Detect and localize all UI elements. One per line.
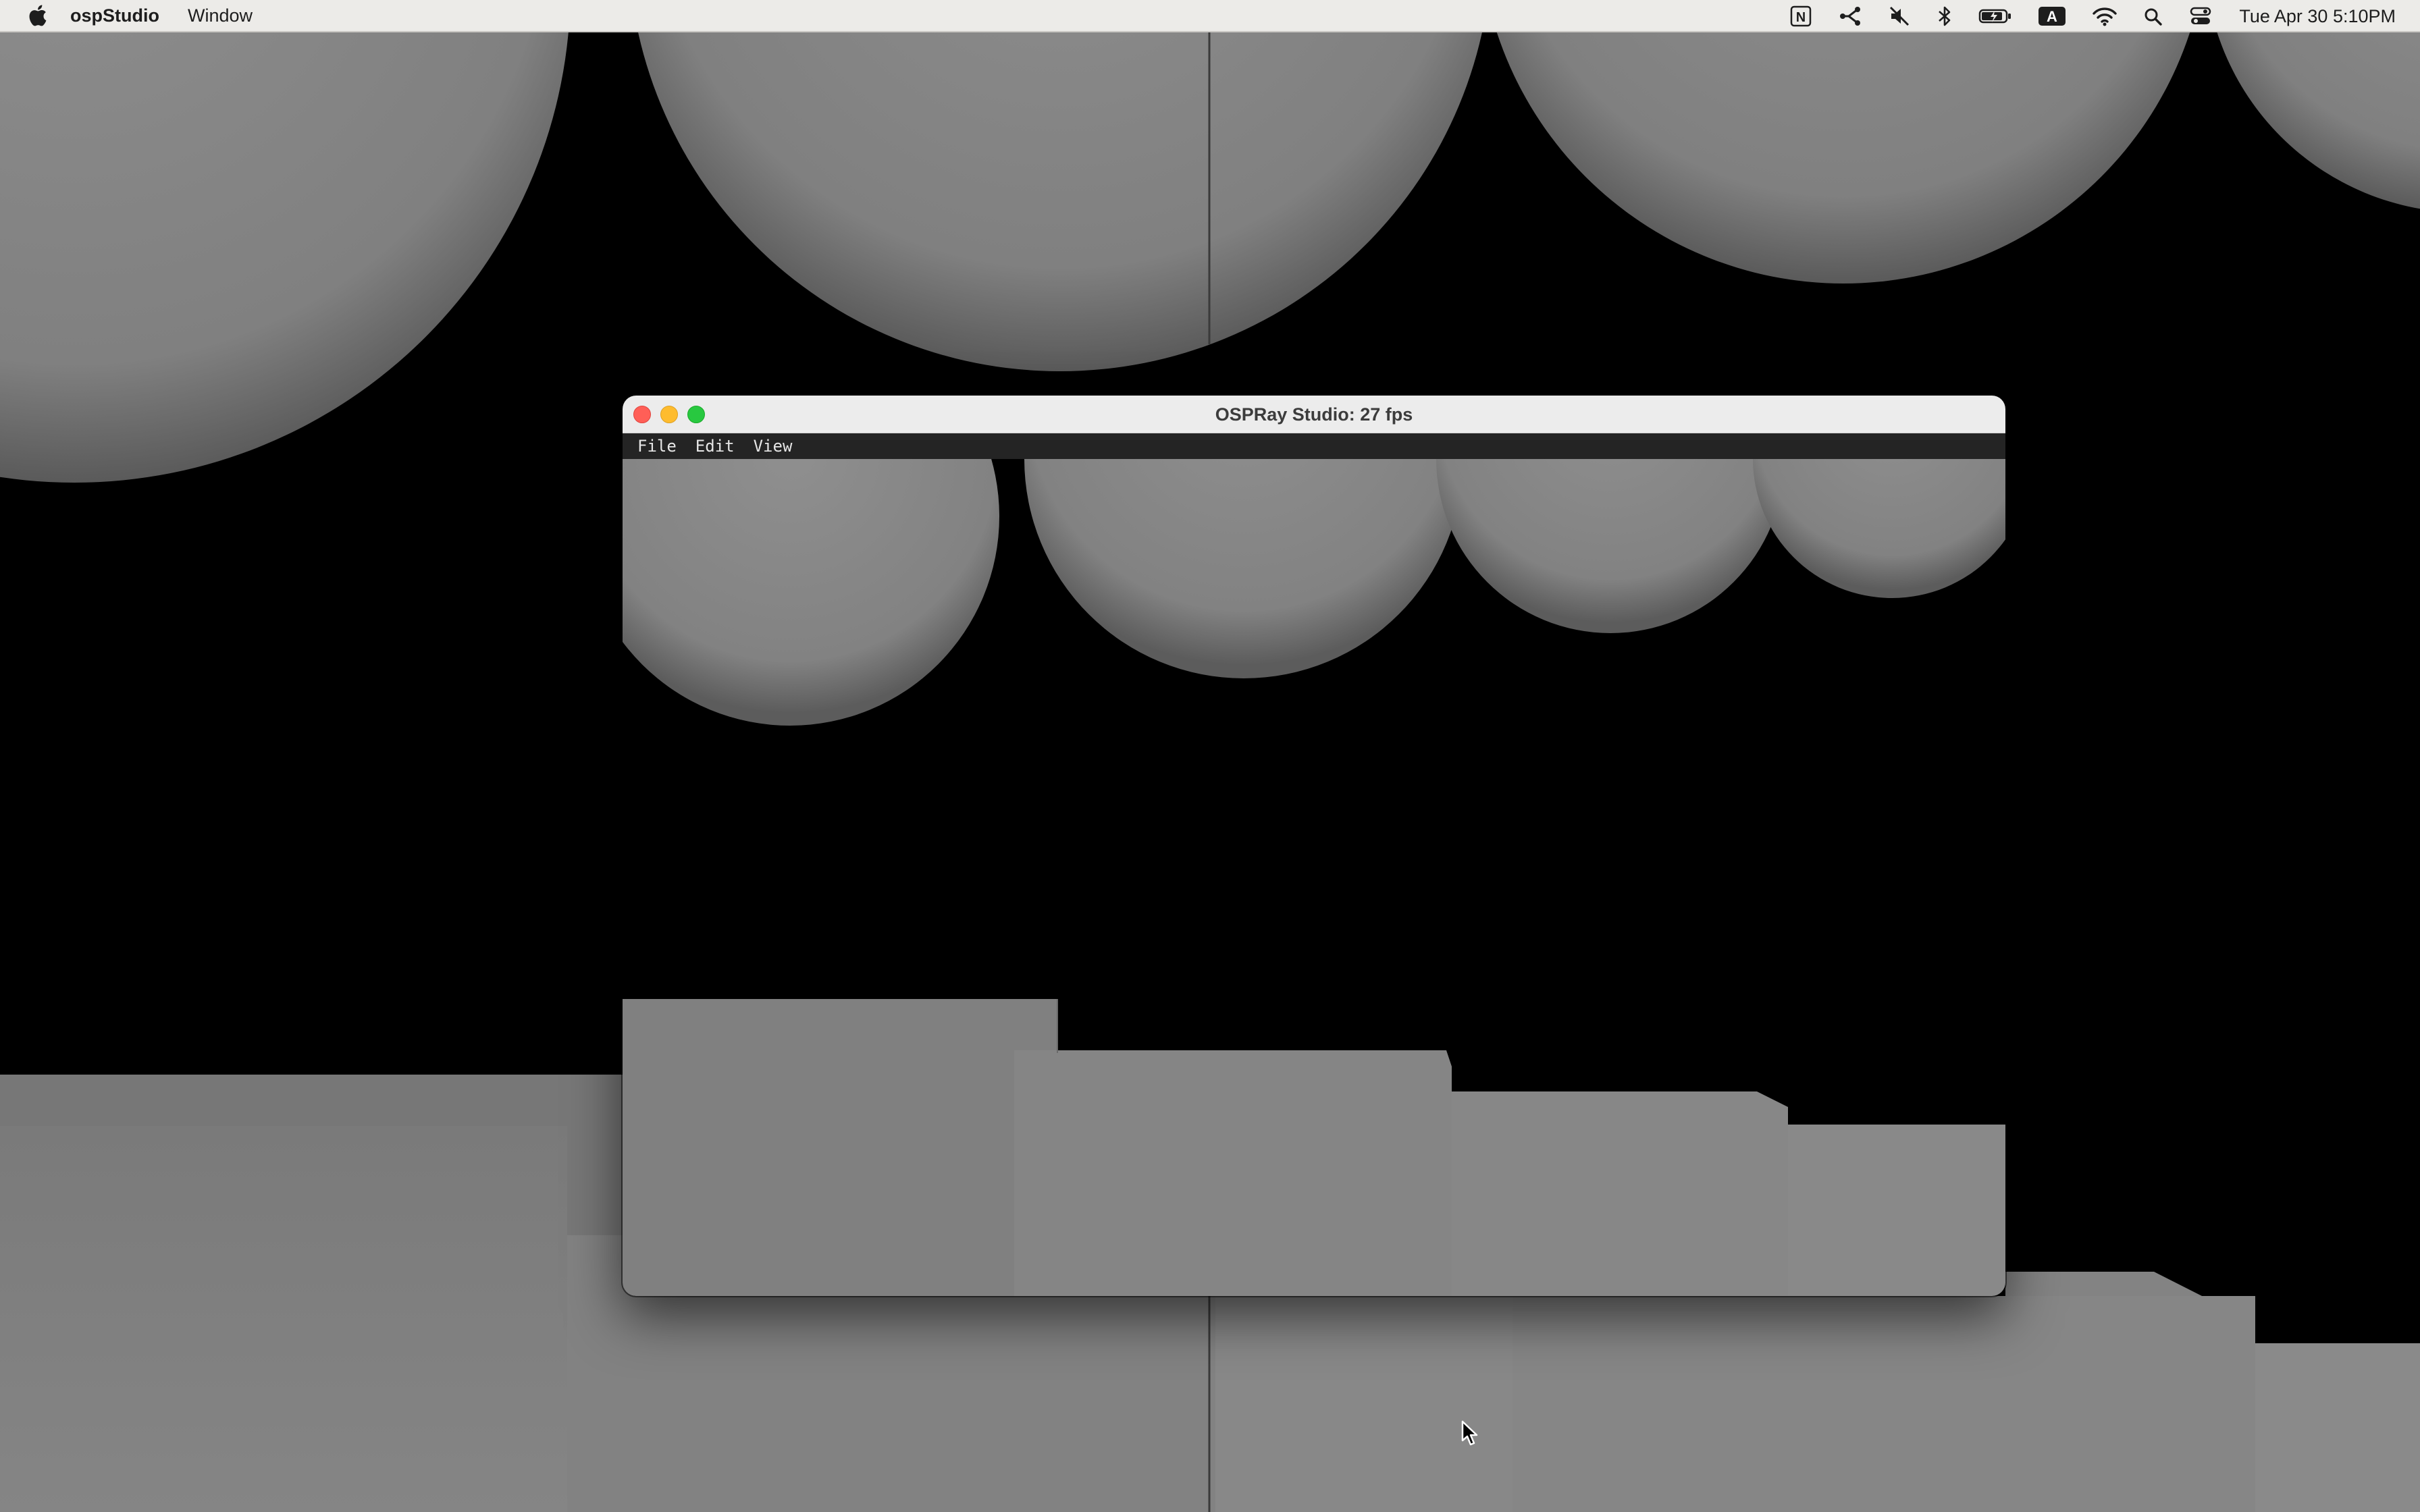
mute-icon[interactable] (1888, 0, 1911, 32)
box (623, 999, 1057, 1296)
control-center-icon[interactable] (2189, 0, 2212, 32)
battery-charging-icon[interactable] (1978, 0, 2012, 32)
notion-icon-label: N (1796, 10, 1806, 25)
menu-window[interactable]: Window (188, 0, 253, 32)
box (1215, 1296, 1512, 1512)
menu-file[interactable]: File (628, 433, 686, 459)
box (0, 1126, 567, 1512)
bluetooth-icon[interactable] (1937, 0, 1953, 32)
box (1014, 1050, 1452, 1296)
menu-view[interactable]: View (744, 433, 802, 459)
input-source-label: A (2047, 8, 2057, 25)
apple-menu-icon[interactable] (26, 4, 49, 27)
spotlight-search-icon[interactable] (2143, 0, 2163, 32)
app-menu-bar: File Edit View (623, 433, 2005, 459)
input-source-icon[interactable]: A (2038, 0, 2066, 32)
box (1788, 1125, 2005, 1296)
ospray-studio-window: OSPRay Studio: 27 fps File Edit View (623, 396, 2005, 1296)
notion-icon[interactable]: N (1789, 0, 1812, 32)
wifi-icon[interactable] (2092, 0, 2118, 32)
system-menu-bar: ospStudio Window N A Tue Apr 30 5:10PM (0, 0, 2420, 32)
box (1452, 1091, 1788, 1296)
app-menu-ospstudio[interactable]: ospStudio (70, 0, 159, 32)
box (2255, 1343, 2420, 1512)
window-titlebar[interactable]: OSPRay Studio: 27 fps (623, 396, 2005, 433)
route-icon[interactable] (1838, 0, 1862, 32)
menubar-clock[interactable]: Tue Apr 30 5:10PM (2239, 6, 2396, 27)
render-viewport[interactable] (623, 459, 2005, 1296)
window-title: OSPRay Studio: 27 fps (1215, 404, 1413, 425)
menu-edit[interactable]: Edit (686, 433, 744, 459)
mouse-cursor (1461, 1420, 1478, 1446)
box (1512, 1296, 2255, 1512)
